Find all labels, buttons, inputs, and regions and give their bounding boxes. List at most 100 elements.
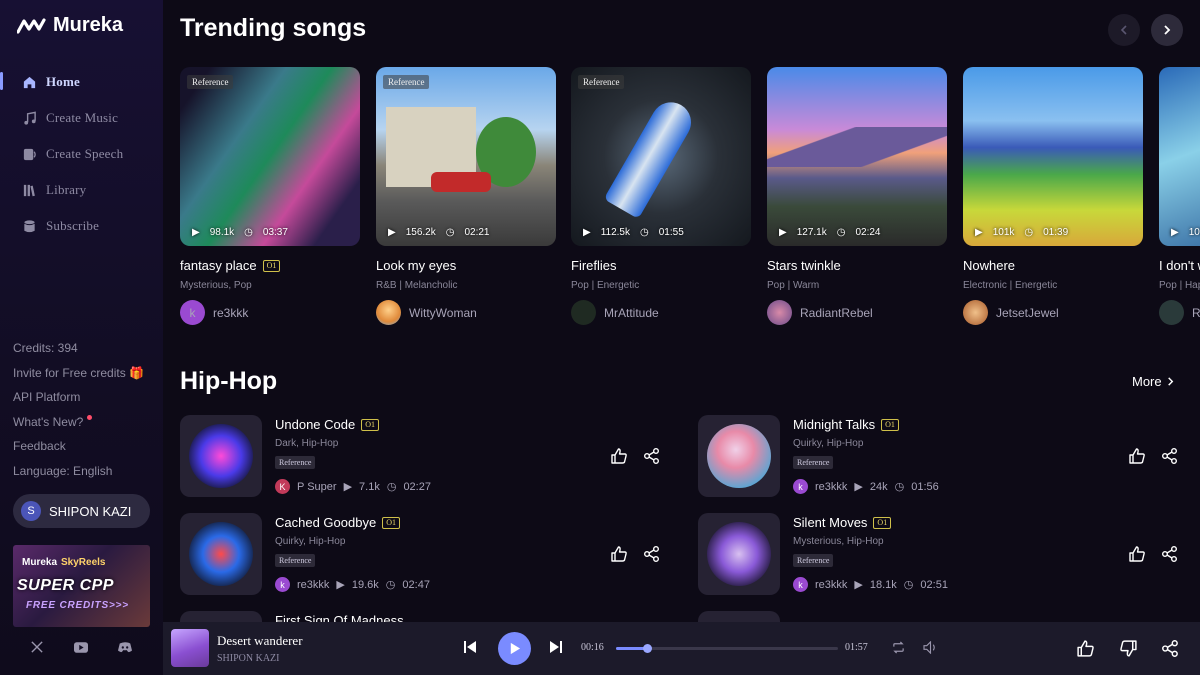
share-icon[interactable] <box>1161 447 1179 465</box>
progress-slider[interactable] <box>616 644 838 653</box>
play-count: 112.5k <box>600 227 630 238</box>
song-title[interactable]: Cached Goodbye O1 <box>275 515 400 530</box>
logo[interactable]: Mureka <box>17 14 123 37</box>
share-icon[interactable] <box>643 545 661 563</box>
play-count: 101k <box>992 227 1015 238</box>
now-playing-title[interactable]: Desert wanderer <box>217 633 303 649</box>
song-cover[interactable]: ▶ 100 <box>1159 67 1200 246</box>
user-profile-button[interactable]: S SHIPON KAZI <box>13 494 150 528</box>
progress-handle[interactable] <box>643 644 653 653</box>
row-actions <box>610 447 661 465</box>
duration: 02:51 <box>920 578 948 591</box>
discord-icon[interactable] <box>118 640 132 654</box>
song-title[interactable]: I don't w <box>1159 258 1200 273</box>
repeat-button[interactable] <box>891 641 906 654</box>
author-name[interactable]: P Super <box>297 481 337 493</box>
youtube-icon[interactable] <box>74 640 88 654</box>
song-title[interactable]: Midnight Talks O1 <box>793 417 899 432</box>
song-cover[interactable] <box>180 513 262 595</box>
nav-item-create-music[interactable]: Create Music <box>0 100 163 136</box>
song-cover[interactable] <box>698 611 780 622</box>
thumbs-up-icon[interactable] <box>1128 447 1146 465</box>
thumbs-up-icon[interactable] <box>610 447 628 465</box>
carousel-prev-button[interactable] <box>1108 14 1140 46</box>
song-card[interactable]: ▶ 127.1k ◷ 02:24 Stars twinkle Pop | Warm R… <box>767 67 947 325</box>
like-button[interactable] <box>1076 639 1095 658</box>
song-title[interactable]: Silent Moves O1 <box>793 515 892 530</box>
song-author[interactable]: MrAttitude <box>571 300 751 325</box>
song-card[interactable]: Reference ▶ 98.1k ◷ 03:37 fantasy place O1 M… <box>180 67 360 325</box>
previous-track-button[interactable] <box>463 640 477 654</box>
play-icon: ▶ <box>1171 227 1179 238</box>
avatar: k <box>793 577 808 592</box>
author-name[interactable]: re3kkk <box>815 481 847 493</box>
song-genre: Pop | Energetic <box>571 280 640 291</box>
author-name[interactable]: re3kkk <box>815 579 847 591</box>
x-icon[interactable] <box>30 640 44 654</box>
list-item[interactable]: Midnight Talks O1 Quirky, Hip-Hop Referen… <box>698 415 1178 497</box>
carousel-next-button[interactable] <box>1151 14 1183 46</box>
speech-icon <box>23 148 36 160</box>
song-author[interactable]: k re3kkk <box>180 300 360 325</box>
song-title[interactable]: Nowhere <box>963 258 1143 273</box>
song-cover[interactable]: ▶ 127.1k ◷ 02:24 <box>767 67 947 246</box>
song-cover[interactable]: Reference ▶ 156.2k ◷ 02:21 <box>376 67 556 246</box>
language-selector[interactable]: Language: English <box>13 459 144 484</box>
nav-item-home[interactable]: Home <box>0 64 163 100</box>
song-author[interactable]: JetsetJewel <box>963 300 1143 325</box>
song-author[interactable]: WittyWoman <box>376 300 556 325</box>
thumbs-up-icon[interactable] <box>610 545 628 563</box>
now-playing-author[interactable]: SHIPON KAZI <box>217 653 280 664</box>
author-name: JetsetJewel <box>996 305 1059 320</box>
song-card[interactable]: Reference ▶ 156.2k ◷ 02:21 Look my eyes R&B… <box>376 67 556 325</box>
nav-item-create-speech[interactable]: Create Speech <box>0 136 163 172</box>
more-link[interactable]: More <box>1132 374 1175 389</box>
share-button[interactable] <box>1161 639 1180 658</box>
song-card[interactable]: ▶ 101k ◷ 01:39 Nowhere Electronic | Energet… <box>963 67 1143 325</box>
song-cover[interactable]: ▶ 101k ◷ 01:39 <box>963 67 1143 246</box>
list-item[interactable] <box>698 611 1178 622</box>
song-title[interactable]: Look my eyes <box>376 258 556 273</box>
author-name[interactable]: re3kkk <box>297 579 329 591</box>
nav-item-library[interactable]: Library <box>0 172 163 208</box>
song-cover[interactable] <box>698 415 780 497</box>
volume-button[interactable] <box>923 641 938 654</box>
avatar: k <box>793 479 808 494</box>
whats-new-link[interactable]: What's New? <box>13 410 144 435</box>
list-item[interactable]: First Sign Of Madness <box>180 611 660 622</box>
song-author[interactable]: RadiantRebel <box>767 300 947 325</box>
song-stats: ▶ 100 <box>1171 227 1200 238</box>
now-playing-cover[interactable] <box>171 629 209 667</box>
song-title[interactable]: Fireflies <box>571 258 751 273</box>
song-title[interactable]: Stars twinkle <box>767 258 947 273</box>
dislike-button[interactable] <box>1119 639 1138 658</box>
database-icon <box>24 219 35 232</box>
song-card[interactable]: Reference ▶ 112.5k ◷ 01:55 Fireflies Pop | … <box>571 67 751 325</box>
song-title[interactable]: Undone Code O1 <box>275 417 380 432</box>
invite-link[interactable]: Invite for Free credits 🎁 <box>13 361 144 386</box>
song-title[interactable]: First Sign Of Madness <box>275 613 404 622</box>
song-cover[interactable]: Reference ▶ 112.5k ◷ 01:55 <box>571 67 751 246</box>
song-title[interactable]: fantasy place O1 <box>180 258 360 273</box>
play-button[interactable] <box>498 632 531 665</box>
next-track-button[interactable] <box>549 640 563 654</box>
song-cover[interactable] <box>180 611 262 622</box>
nav-item-subscribe[interactable]: Subscribe <box>0 208 163 244</box>
feedback-link[interactable]: Feedback <box>13 434 144 459</box>
song-cover[interactable] <box>180 415 262 497</box>
song-card[interactable]: ▶ 100 I don't w Pop | Hap R <box>1159 67 1200 325</box>
share-icon[interactable] <box>1161 545 1179 563</box>
share-icon[interactable] <box>643 447 661 465</box>
api-platform-link[interactable]: API Platform <box>13 385 144 410</box>
song-author[interactable]: R <box>1159 300 1200 325</box>
song-cover[interactable] <box>698 513 780 595</box>
list-item[interactable]: Undone Code O1 Dark, Hip-Hop Reference KP… <box>180 415 660 497</box>
promo-banner[interactable]: Mureka SkyReels SUPER CPP FREE CREDITS>>… <box>13 545 150 627</box>
nav-item-label: Create Music <box>46 110 119 125</box>
list-item[interactable]: Silent Moves O1 Mysterious, Hip-Hop Refer… <box>698 513 1178 595</box>
share-icon <box>1162 640 1178 657</box>
list-item[interactable]: Cached Goodbye O1 Quirky, Hip-Hop Referen… <box>180 513 660 595</box>
play-count: 24k <box>869 480 888 493</box>
song-cover[interactable]: Reference ▶ 98.1k ◷ 03:37 <box>180 67 360 246</box>
thumbs-up-icon[interactable] <box>1128 545 1146 563</box>
